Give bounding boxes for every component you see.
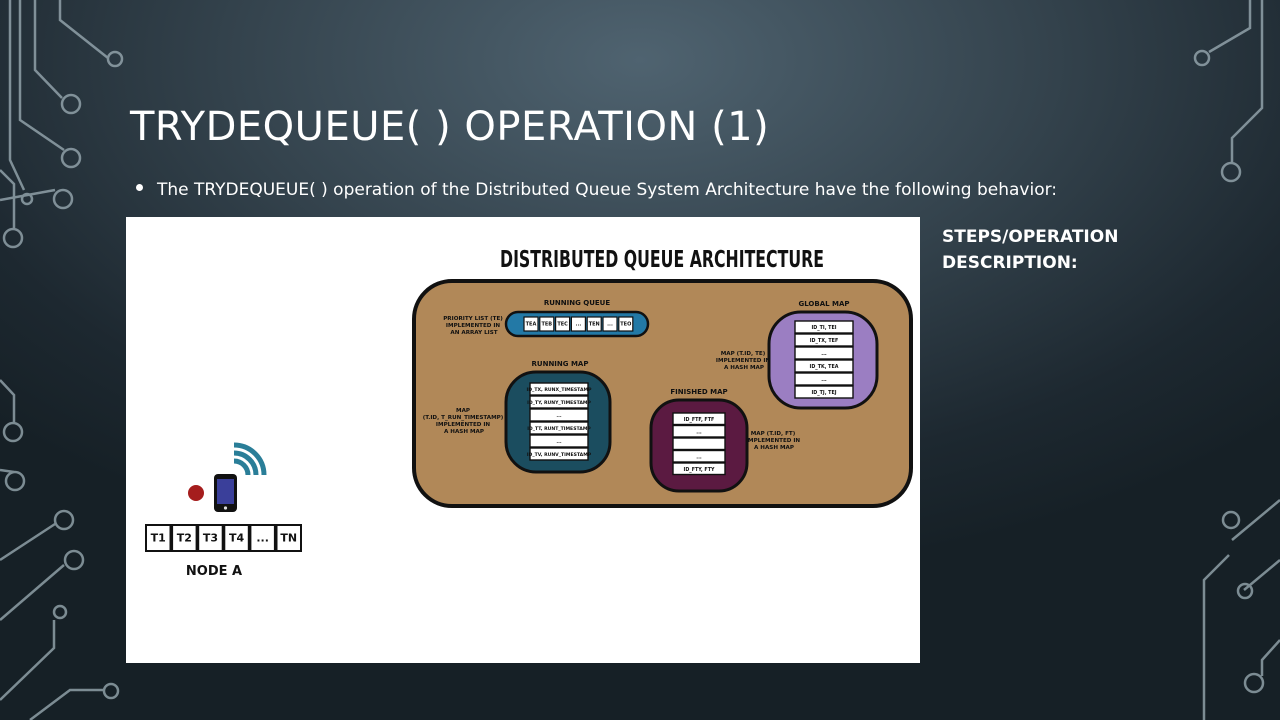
diagram-panel: DISTRIBUTED QUEUE ARCHITECTURE RUNNING Q… — [126, 217, 920, 663]
running-queue-cell-text: ... — [607, 322, 613, 328]
running-queue-cell-text: TEO — [620, 322, 631, 328]
running-queue-label: RUNNING QUEUE — [544, 299, 611, 307]
global-map-rows: ID_TI, TEI ID_TX, TEF... ID_TK, TEA... ID_T… — [794, 320, 854, 399]
running-queue-note: PRIORITY LIST (TE) IMPLEMENTED IN AN ARR… — [443, 316, 505, 336]
finished-map-label: FINISHED MAP — [670, 388, 727, 396]
global-map-row-text: ID_TX, TEF — [810, 338, 838, 344]
node-task-cell-text: T2 — [177, 532, 192, 545]
global-map-label: GLOBAL MAP — [798, 300, 849, 308]
fm-note-line: A HASH MAP — [754, 445, 794, 451]
node-task-cell-text: T1 — [151, 532, 166, 545]
architecture-diagram: DISTRIBUTED QUEUE ARCHITECTURE RUNNING Q… — [145, 247, 913, 579]
running-queue-cell-text: TEC — [557, 322, 568, 328]
finished-map-rows: ID_FTF, FTF...... ID_FTY, FTY — [672, 412, 726, 476]
rm-note-line: IMPLEMENTED IN — [436, 422, 491, 428]
bullet-point: The TRYDEQUEUE( ) operation of the Distr… — [136, 180, 1057, 200]
rm-note-line: MAP — [456, 408, 470, 414]
fm-note-line: MAP (T.ID, FT) — [751, 431, 796, 437]
running-map-label: RUNNING MAP — [532, 360, 589, 368]
finished-map-row-text: ID_FTY, FTY — [684, 467, 715, 473]
running-map-row-text: ID_TV, RUNV_TIMESTAMP — [527, 452, 592, 458]
global-map-note: MAP (T.ID, TE) IMPLEMENTED IN A HASH MAP — [716, 351, 772, 371]
slide-title: TRYDEQUEUE( ) OPERATION (1) — [130, 104, 770, 150]
finished-map-row-text: ... — [696, 430, 702, 435]
running-map-row-text: ID_TY, RUNY_TIMESTAMP — [527, 400, 591, 406]
running-queue-cells: TEA TEB TEC... TEN... TEO — [523, 316, 634, 332]
running-map-rows: ID_TX, RUNX_TIMESTAMP ID_TY, RUNY_TIMESTA… — [527, 382, 593, 461]
smartphone-icon — [214, 474, 237, 512]
fm-note-line: IMPLEMENTED IN — [746, 438, 801, 444]
rm-note-line: (T.ID, T_RUN_TIMESTAMP) — [423, 415, 504, 421]
gm-note-line: IMPLEMENTED IN — [716, 358, 771, 364]
running-map-row-text: ID_TT, RUNT_TIMESTAMP — [527, 426, 591, 432]
gm-note-line: MAP (T.ID, TE) — [721, 351, 766, 357]
node-task-cell-text: T3 — [203, 532, 218, 545]
global-map-row-text: ... — [821, 378, 827, 383]
diagram-title: DISTRIBUTED QUEUE ARCHITECTURE — [500, 247, 824, 273]
node-task-cell-text: T4 — [229, 532, 245, 545]
node-task-cell-text: ... — [256, 532, 269, 545]
finished-map-row-text: ... — [696, 455, 702, 460]
finished-map-note: MAP (T.ID, FT) IMPLEMENTED IN A HASH MAP — [746, 431, 802, 451]
running-queue-cell-text: TEN — [589, 322, 600, 328]
running-map-row-text: ... — [556, 440, 561, 445]
rq-note-line: AN ARRAY LIST — [450, 330, 497, 336]
node-task-cell-text: TN — [280, 532, 297, 545]
gm-note-line: A HASH MAP — [724, 365, 764, 371]
rm-note-line: A HASH MAP — [444, 429, 484, 435]
global-map-row-text: ID_TI, TEI — [811, 325, 836, 331]
node-status-dot — [188, 485, 204, 501]
node-task-queue: T1 T2 T3 T4... TN — [145, 524, 302, 552]
node-label: NODE A — [186, 564, 242, 579]
global-map-row-text: ... — [821, 352, 827, 357]
bullet-text: The TRYDEQUEUE( ) operation of the Distr… — [157, 180, 1058, 200]
running-map-row-text: ... — [556, 414, 561, 419]
finished-map-row-box — [672, 437, 726, 451]
global-map-row-text: ID_TJ, TEJ — [811, 390, 836, 396]
side-heading-line2: DESCRIPTION: — [942, 253, 1078, 273]
running-map-row-text: ID_TX, RUNX_TIMESTAMP — [527, 387, 593, 393]
rq-note-line: PRIORITY LIST (TE) — [443, 316, 503, 322]
bullet-dot-icon — [136, 184, 143, 191]
side-heading-line1: STEPS/OPERATION — [942, 227, 1119, 247]
running-queue-cell-text: TEA — [526, 322, 537, 328]
global-map-row-text: ID_TK, TEA — [810, 364, 839, 370]
wifi-signal-icon — [233, 442, 267, 476]
running-queue-cell-text: ... — [576, 322, 582, 328]
rq-note-line: IMPLEMENTED IN — [446, 323, 501, 329]
running-queue-cell-text: TEB — [541, 322, 552, 328]
steps-description-heading: STEPS/OPERATION DESCRIPTION: — [942, 224, 1162, 276]
finished-map-row-text: ID_FTF, FTF — [684, 417, 715, 423]
